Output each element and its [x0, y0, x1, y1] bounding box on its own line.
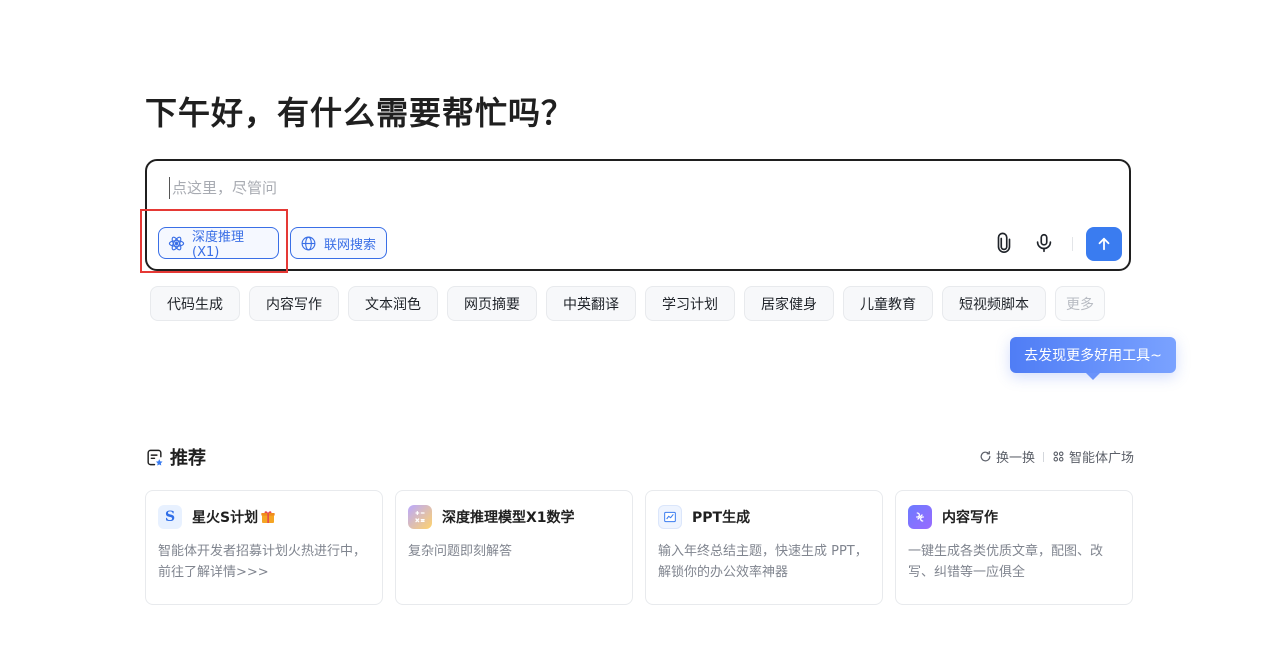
- recommend-header: 推荐: [145, 444, 206, 470]
- chat-input[interactable]: [169, 177, 972, 199]
- s-logo-icon: S: [158, 505, 182, 529]
- toolbar-divider: [1072, 237, 1073, 251]
- refresh-icon: [980, 451, 991, 462]
- actions-divider: [1042, 451, 1044, 462]
- arrow-up-icon: [1098, 237, 1110, 251]
- recommend-icon: [147, 449, 163, 466]
- agent-plaza-button[interactable]: 智能体广场: [1052, 447, 1134, 466]
- card-xinghuo-s-plan[interactable]: S 星火S计划 智能体开发者招募计划火热进行中，前往了解详情>>>: [145, 490, 383, 605]
- chip[interactable]: 居家健身: [744, 286, 834, 321]
- gift-icon: [261, 511, 275, 523]
- send-button[interactable]: [1086, 227, 1122, 261]
- writing-icon: [908, 505, 932, 529]
- card-desc: 智能体开发者招募计划火热进行中，前往了解详情>>>: [158, 544, 367, 580]
- chip[interactable]: 短视频脚本: [942, 286, 1046, 321]
- card-x1-math[interactable]: 深度推理模型X1数学 复杂问题即刻解答: [395, 490, 633, 605]
- refresh-label: 换一换: [995, 451, 1035, 466]
- card-name: 星火S计划: [192, 510, 259, 526]
- greeting-heading: 下午好，有什么需要帮忙吗？: [145, 94, 575, 132]
- chip-more[interactable]: 更多: [1055, 286, 1105, 321]
- refresh-button[interactable]: 换一换: [979, 447, 1035, 466]
- card-name: 深度推理模型X1数学: [442, 510, 575, 526]
- card-ppt[interactable]: PPT生成 输入年终总结主题，快速生成 PPT，解锁你的办公效率神器: [645, 490, 883, 605]
- chat-input-box: 深度推理(X1) 联网搜索: [145, 159, 1131, 271]
- atom-icon: [168, 236, 185, 250]
- deep-reasoning-label: 深度推理(X1): [192, 230, 245, 260]
- paperclip-icon[interactable]: [992, 231, 1016, 255]
- chip[interactable]: 中英翻译: [546, 286, 636, 321]
- globe-icon: [301, 236, 316, 250]
- grid-icon: [1053, 451, 1064, 462]
- chip[interactable]: 学习计划: [645, 286, 735, 321]
- microphone-icon[interactable]: [1032, 231, 1056, 255]
- ppt-icon: [658, 505, 682, 529]
- card-name: 内容写作: [942, 510, 998, 526]
- agent-plaza-label: 智能体广场: [1068, 451, 1134, 466]
- chip[interactable]: 儿童教育: [843, 286, 933, 321]
- card-name: PPT生成: [692, 510, 751, 526]
- recommend-actions: 换一换 智能体广场: [979, 447, 1134, 466]
- recommend-cards: S 星火S计划 智能体开发者招募计划火热进行中，前往了解详情>>> 深度推理模型…: [145, 490, 1133, 605]
- card-desc: 一键生成各类优质文章，配图、改写、纠错等一应俱全: [908, 544, 1104, 580]
- math-icon: [408, 505, 432, 529]
- deep-reasoning-button[interactable]: 深度推理(X1): [158, 227, 279, 260]
- chip[interactable]: 代码生成: [150, 286, 240, 321]
- discover-tools-tooltip[interactable]: 去发现更多好用工具~: [1010, 337, 1176, 380]
- web-search-button[interactable]: 联网搜索: [290, 227, 387, 259]
- chip[interactable]: 内容写作: [249, 286, 339, 321]
- recommend-title: 推荐: [170, 448, 206, 469]
- web-search-label: 联网搜索: [324, 237, 377, 253]
- quick-chips: 代码生成 内容写作 文本润色 网页摘要 中英翻译 学习计划 居家健身 儿童教育 …: [150, 286, 1105, 321]
- chip[interactable]: 网页摘要: [447, 286, 537, 321]
- card-desc: 复杂问题即刻解答: [408, 544, 513, 559]
- card-desc: 输入年终总结主题，快速生成 PPT，解锁你的办公效率神器: [658, 544, 868, 580]
- chip[interactable]: 文本润色: [348, 286, 438, 321]
- card-content-writing[interactable]: 内容写作 一键生成各类优质文章，配图、改写、纠错等一应俱全: [895, 490, 1133, 605]
